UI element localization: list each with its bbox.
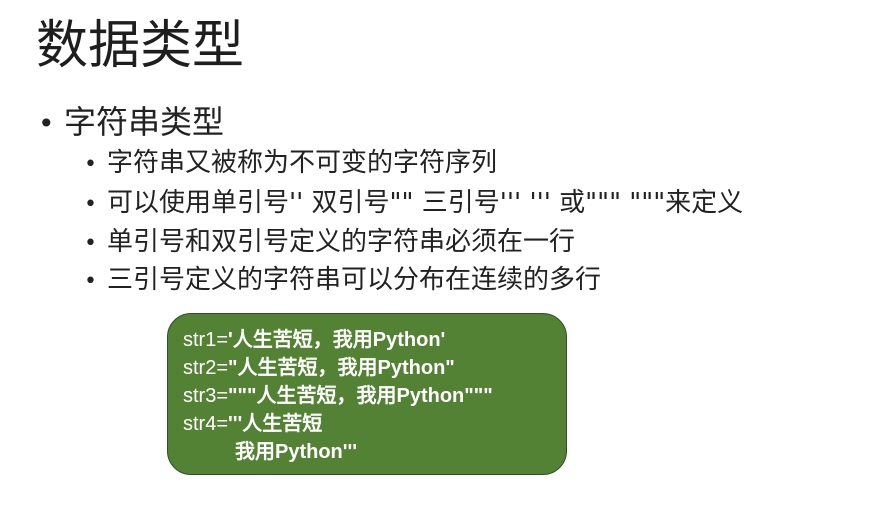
code-variable: str1= <box>183 329 229 351</box>
point-text: 可以使用单引号'' 双引号"" 三引号''' ''' 或""" """来定义 <box>107 188 744 218</box>
code-variable: str3= <box>183 385 229 407</box>
bullet-icon: • <box>38 107 55 140</box>
code-value: "人生苦短，我用Python" <box>228 357 455 379</box>
code-value: 我用Python''' <box>235 441 358 463</box>
section-heading-text: 字符串类型 <box>64 103 225 141</box>
point-item: • 可以使用单引号'' 双引号"" 三引号''' ''' 或""" """来定义 <box>84 186 743 222</box>
code-line: str4='''人生苦短 <box>183 410 566 438</box>
point-item: • 字符串又被称为不可变的字符序列 <box>84 146 497 182</box>
point-text: 单引号和双引号定义的字符串必须在一行 <box>107 227 576 257</box>
code-value: """人生苦短，我用Python""" <box>228 385 493 407</box>
slide-title: 数据类型 <box>36 16 245 76</box>
code-line: str2="人生苦短，我用Python" <box>183 354 566 382</box>
code-line: str1='人生苦短，我用Python' <box>183 326 566 354</box>
bullet-icon: • <box>84 231 97 256</box>
point-item: • 单引号和双引号定义的字符串必须在一行 <box>84 225 575 261</box>
point-item: • 三引号定义的字符串可以分布在连续的多行 <box>84 263 601 299</box>
code-line: 我用Python''' <box>183 438 566 466</box>
code-value: '''人生苦短 <box>228 413 323 435</box>
section-heading: • 字符串类型 <box>38 102 224 144</box>
code-variable: str2= <box>183 357 229 379</box>
code-variable: str4= <box>183 413 229 435</box>
bullet-icon: • <box>84 192 97 217</box>
bullet-icon: • <box>84 152 97 177</box>
bullet-icon: • <box>84 269 97 294</box>
point-text: 字符串又被称为不可变的字符序列 <box>107 148 498 178</box>
code-value: '人生苦短，我用Python' <box>228 329 446 351</box>
code-example-box: str1='人生苦短，我用Python' str2="人生苦短，我用Python… <box>167 313 567 475</box>
point-text: 三引号定义的字符串可以分布在连续的多行 <box>107 265 602 295</box>
code-line: str3="""人生苦短，我用Python""" <box>183 382 566 410</box>
